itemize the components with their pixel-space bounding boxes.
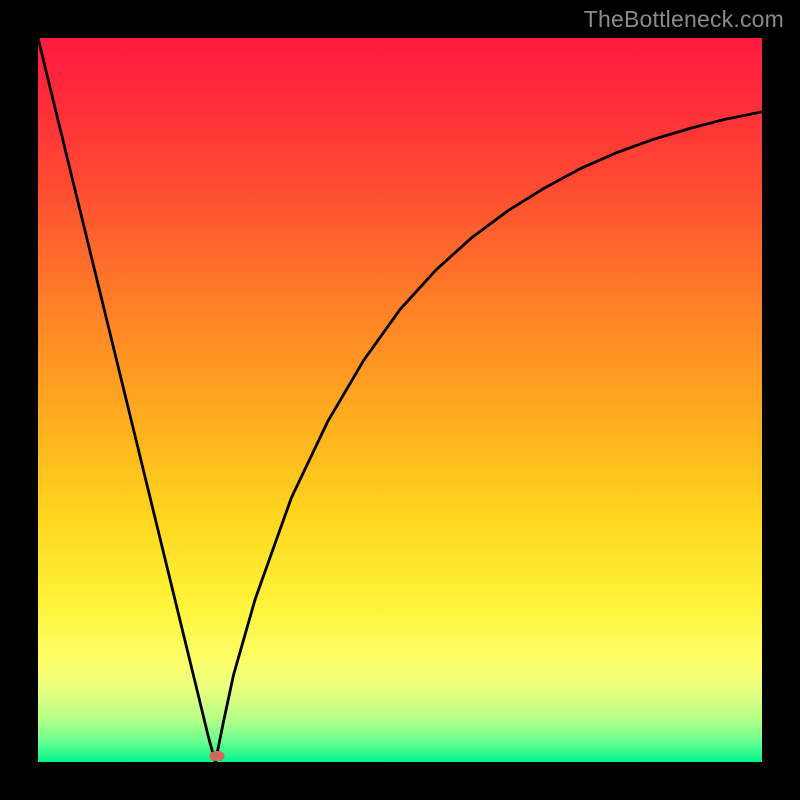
chart-frame: TheBottleneck.com [0,0,800,800]
watermark-text: TheBottleneck.com [584,6,784,33]
optimal-point-marker [209,751,224,761]
bottleneck-curve [38,38,762,762]
plot-area [38,38,762,762]
